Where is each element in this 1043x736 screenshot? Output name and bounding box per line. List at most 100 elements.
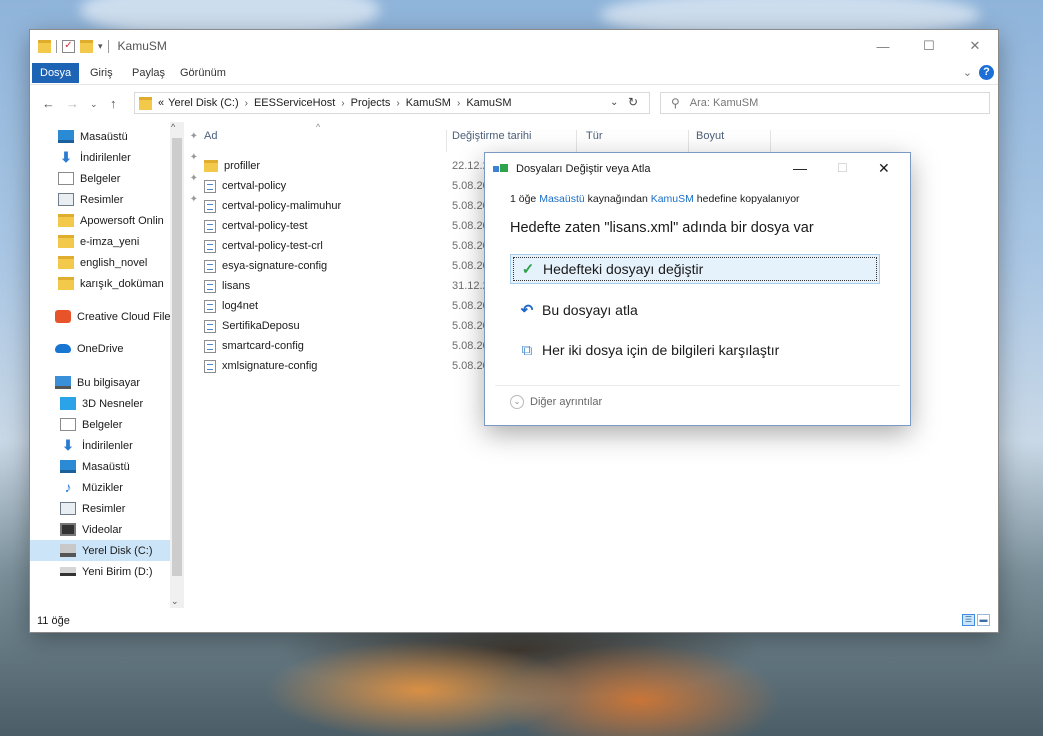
file-row[interactable]: lisans [204,276,250,296]
scroll-down-icon[interactable]: ⌄ [171,596,179,607]
file-row[interactable]: xmlsignature-config [204,356,317,376]
back-icon[interactable]: ← [42,96,55,111]
documents-icon [58,172,74,185]
download-icon: ⬇ [62,437,74,453]
quick-access-toolbar: ✓ ▾ KamuSM [38,39,167,53]
folder-icon [58,277,74,290]
column-header-size[interactable]: Boyut [696,130,724,152]
onedrive-icon [55,344,71,353]
forward-icon[interactable]: → [66,96,79,111]
skip-file-option[interactable]: ↶ Bu dosyayı atla [510,295,880,325]
expand-ribbon-icon[interactable]: ⌄ [963,66,972,79]
chevron-right-icon[interactable]: › [341,98,344,109]
folder-icon [204,160,218,172]
pin-icon: ✦ [189,131,198,142]
replace-file-option[interactable]: ✓ Hedefteki dosyayı değiştir [510,254,880,284]
breadcrumb-overflow[interactable]: « [158,97,164,109]
breadcrumb-item[interactable]: Projects [351,97,391,109]
breadcrumb-item[interactable]: Yerel Disk (C:) [168,97,239,109]
close-button[interactable]: ✕ [952,30,998,62]
destination-link[interactable]: KamuSM [651,193,694,205]
xml-file-icon [204,259,216,273]
source-link[interactable]: Masaüstü [539,193,585,205]
recent-locations-icon[interactable]: ⌄ [90,99,98,110]
file-row[interactable]: certval-policy [204,176,286,196]
column-header-type[interactable]: Tür [586,130,603,152]
chevron-down-icon: ⌄ [510,395,524,409]
file-date: 5.08.20 [452,340,489,352]
help-icon[interactable]: ? [979,65,994,80]
xml-file-icon [204,199,216,213]
file-row[interactable]: certval-policy-test-crl [204,236,323,256]
breadcrumb-item[interactable]: EESServiceHost [254,97,335,109]
desktop-icon [60,460,76,473]
chevron-right-icon[interactable]: › [457,98,460,109]
details-view-icon[interactable]: ☰ [962,614,975,626]
sidebar-scrollbar-thumb[interactable] [172,138,182,576]
tab-giris[interactable]: Giriş [82,65,121,81]
navigation-pane: Masaüstü ✦ ⬇ İndirilenler ✦ Belgeler ✦ Resim… [30,122,198,608]
address-row: ← → ⌄ ↑ « Yerel Disk (C:) › EESServiceHo… [30,86,998,120]
scroll-up-icon[interactable]: ^ [171,122,175,132]
customize-toolbar-icon[interactable]: ▾ [98,41,103,52]
address-dropdown-icon[interactable]: ⌄ [610,97,618,108]
folder-icon [139,96,152,110]
pin-icon: ✦ [189,152,198,163]
column-header-name[interactable]: Ad [204,130,217,152]
minimize-button[interactable]: — [860,30,906,62]
file-date: 5.08.20 [452,180,489,192]
sort-ascending-icon: ^ [316,122,321,132]
new-folder-icon[interactable] [80,39,93,53]
breadcrumb-item[interactable]: KamuSM [466,97,511,109]
download-icon: ⬇ [60,149,72,165]
address-bar[interactable]: « Yerel Disk (C:) › EESServiceHost › Pro… [134,92,650,114]
checkmark-icon: ✓ [521,261,535,278]
properties-icon[interactable]: ✓ [62,39,75,53]
search-input[interactable]: ⚲ Ara: KamuSM [660,92,990,114]
drive-icon [60,567,76,576]
xml-file-icon [204,219,216,233]
xml-file-icon [204,279,216,293]
tab-dosya[interactable]: Dosya [32,63,80,83]
column-header-modified[interactable]: Değiştirme tarihi [452,130,531,152]
file-date: 5.08.20 [452,300,489,312]
large-icons-view-icon[interactable]: ▬ [977,614,990,626]
dialog-close-button[interactable]: ✕ [878,160,890,177]
up-icon[interactable]: ↑ [110,96,117,111]
file-date: 5.08.20 [452,360,489,372]
refresh-icon[interactable]: ↻ [628,95,638,109]
folder-icon [58,256,74,269]
tab-gorunum[interactable]: Görünüm [172,65,234,81]
file-row[interactable]: certval-policy-malimuhur [204,196,341,216]
dialog-title-bar: Dosyaları Değiştir veya Atla — ☐ ✕ [485,153,910,185]
more-details-toggle[interactable]: ⌄ Diğer ayrıntılar [510,395,602,409]
file-row[interactable]: esya-signature-config [204,256,327,276]
item-count: 11 öğe [37,615,70,627]
chevron-right-icon[interactable]: › [396,98,399,109]
file-date: 5.08.20 [452,260,489,272]
file-row[interactable]: log4net [204,296,258,316]
dialog-title: Dosyaları Değiştir veya Atla [516,163,651,175]
music-icon: ♪ [64,479,72,495]
xml-file-icon [204,339,216,353]
ribbon-tabs: Dosya Giriş Paylaş Görünüm ⌄ ? [30,62,998,85]
dialog-minimize-button[interactable]: — [793,160,807,176]
compare-files-option[interactable]: ⧉ Her iki dosya için de bilgileri karşıl… [510,335,880,365]
chevron-right-icon[interactable]: › [245,98,248,109]
file-row[interactable]: certval-policy-test [204,216,308,236]
compare-files-icon: ⧉ [521,341,533,359]
3d-objects-icon [60,397,76,410]
skip-arrow-icon: ↶ [520,302,534,319]
file-row[interactable]: smartcard-config [204,336,304,356]
file-date: 5.08.20 [452,200,489,212]
file-row[interactable]: profiller [204,156,260,176]
desktop-icon [58,130,74,143]
file-date: 5.08.20 [452,220,489,232]
maximize-button[interactable]: ☐ [906,30,952,62]
tab-paylas[interactable]: Paylaş [124,65,173,81]
sidebar-item-yerel-disk[interactable]: Yerel Disk (C:) [30,540,170,561]
view-toggle: ☰ ▬ [962,614,990,626]
breadcrumb-item[interactable]: KamuSM [406,97,451,109]
documents-icon [60,418,76,431]
file-row[interactable]: SertifikaDeposu [204,316,300,336]
